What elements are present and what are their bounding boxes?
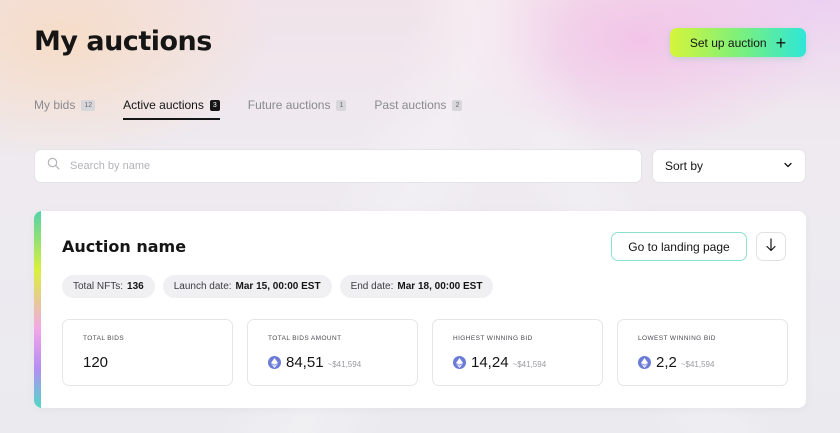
tab-count-badge: 2 (452, 99, 463, 111)
stat-value: 14,24 (471, 354, 509, 371)
auction-card: Auction name Go to landing page Total NF… (34, 211, 806, 408)
stat-label: TOTAL BIDS AMOUNT (268, 335, 342, 342)
chip-label: Launch date: (173, 281, 232, 292)
tab-active-auctions[interactable]: Active auctions 3 (123, 98, 220, 120)
tab-count-badge: 1 (336, 99, 347, 111)
tab-label: My bids (34, 98, 76, 112)
search-box (34, 149, 642, 183)
stat-usd-value: ~$41,594 (680, 360, 715, 369)
ethereum-icon (638, 356, 651, 369)
stat-total-bids: TOTAL BIDS 120 (62, 319, 233, 386)
auction-tabs: My bids 12 Active auctions 3 Future auct… (34, 98, 490, 120)
arrow-down-icon (765, 238, 777, 255)
tab-count-badge: 12 (81, 99, 96, 111)
launch-date-chip: Launch date: Mar 15, 00:00 EST (162, 275, 332, 298)
stat-label: HIGHEST WINNING BID (453, 335, 533, 342)
search-icon (47, 157, 60, 175)
stat-value: 2,2 (656, 354, 677, 371)
setup-auction-button[interactable]: Set up auction + (670, 28, 806, 57)
tab-count-badge: 3 (209, 99, 220, 111)
tab-label: Past auctions (374, 98, 447, 112)
end-date-chip: End date: Mar 18, 00:00 EST (339, 275, 494, 298)
go-to-landing-page-button[interactable]: Go to landing page (611, 232, 747, 261)
stat-value: 84,51 (286, 354, 324, 371)
plus-icon: + (775, 32, 787, 53)
tab-label: Future auctions (247, 98, 331, 112)
stat-usd-value: ~$41,594 (512, 360, 547, 369)
auction-info-chips: Total NFTs: 136 Launch date: Mar 15, 00:… (62, 275, 494, 298)
page-title: My auctions (34, 26, 212, 57)
tab-my-bids[interactable]: My bids 12 (34, 98, 96, 120)
tab-label: Active auctions (123, 98, 204, 112)
stat-value: 120 (83, 354, 109, 371)
chip-value: Mar 15, 00:00 EST (235, 281, 321, 292)
stat-label: LOWEST WINNING BID (638, 335, 716, 342)
tab-past-auctions[interactable]: Past auctions 2 (374, 98, 463, 120)
stat-total-bids-amount: TOTAL BIDS AMOUNT 84,51 ~$41,594 (247, 319, 418, 386)
stat-lowest-winning-bid: LOWEST WINNING BID 2,2 ~$41,594 (617, 319, 788, 386)
setup-auction-label: Set up auction (689, 35, 767, 50)
chevron-down-icon (783, 159, 793, 173)
card-accent-stripe (34, 211, 41, 408)
total-nfts-chip: Total NFTs: 136 (62, 275, 155, 298)
tab-future-auctions[interactable]: Future auctions 1 (248, 98, 347, 120)
ethereum-icon (453, 356, 466, 369)
download-button[interactable] (756, 232, 786, 261)
stat-usd-value: ~$41,594 (327, 360, 362, 369)
chip-label: End date: (350, 281, 394, 292)
sort-label: Sort by (665, 159, 704, 173)
auction-stats: TOTAL BIDS 120 TOTAL BIDS AMOUNT 84,51 ~… (62, 319, 788, 386)
chip-value: Mar 18, 00:00 EST (397, 281, 483, 292)
stat-highest-winning-bid: HIGHEST WINNING BID 14,24 ~$41,594 (432, 319, 603, 386)
sort-dropdown[interactable]: Sort by (652, 149, 806, 183)
auction-name: Auction name (62, 237, 187, 256)
chip-value: 136 (127, 281, 144, 292)
stat-label: TOTAL BIDS (83, 335, 125, 342)
chip-label: Total NFTs: (73, 281, 124, 292)
ethereum-icon (268, 356, 281, 369)
search-input[interactable] (70, 160, 590, 172)
